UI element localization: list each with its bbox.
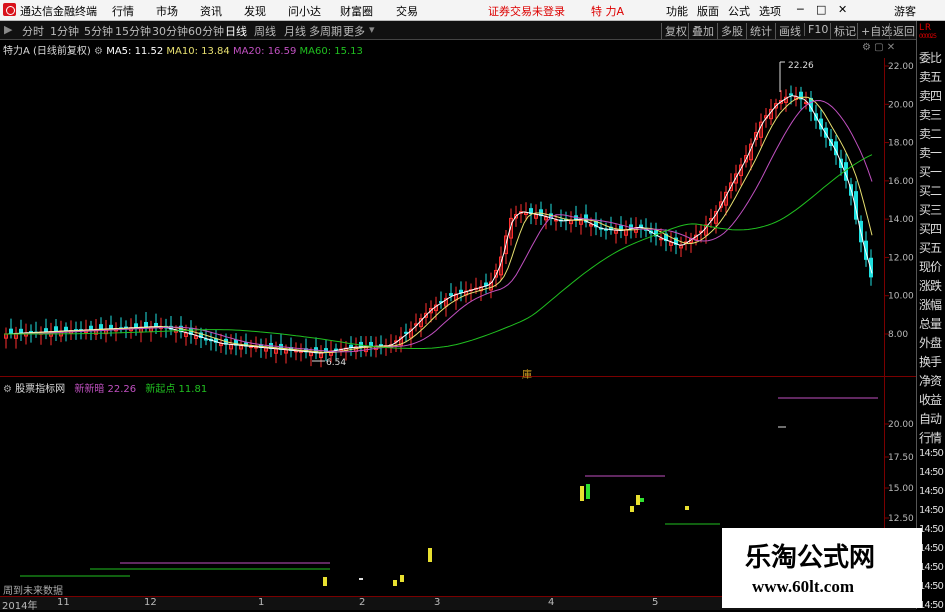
y-tick-label: 22.00 (888, 62, 914, 72)
candle-body (789, 93, 793, 96)
y-tick-label: 8.00 (888, 330, 908, 340)
month-2: 2 (359, 597, 366, 608)
high-price-label: 22.26 (788, 61, 814, 71)
candle-body (9, 328, 13, 335)
candle-body (404, 331, 408, 334)
month-12: 12 (144, 597, 157, 608)
candle-body (54, 326, 58, 332)
indicator-bar (586, 484, 590, 499)
future-data-note: 周到未来数据 (3, 586, 63, 597)
candle-body (449, 293, 453, 296)
candle-body (99, 324, 103, 330)
indicator-bar (323, 577, 327, 586)
indicator-bar (359, 578, 363, 580)
indicator-bar (580, 486, 584, 501)
candle-body (109, 324, 113, 330)
sub-y-tick-label: 15.00 (888, 484, 914, 494)
ma60-line (4, 154, 873, 349)
month-3: 3 (434, 597, 441, 608)
indicator-bar (685, 506, 689, 510)
low-price-label: 6.54 (326, 358, 347, 368)
sub-y-tick-label: 20.00 (888, 420, 914, 430)
candle-body (144, 321, 148, 328)
ma5-line (3, 95, 873, 354)
y-tick-label: 18.00 (888, 139, 914, 149)
event-marker[interactable]: 庫 (522, 366, 532, 381)
candle-body (484, 282, 488, 286)
indicator-bar (640, 498, 644, 502)
indicator-bar (636, 495, 640, 505)
sub-y-tick-label: 17.50 (888, 453, 914, 463)
pane-divider (0, 376, 916, 377)
candle-body (459, 289, 463, 294)
candle-body (64, 326, 68, 332)
month-1: 1 (258, 597, 265, 608)
candle-body (19, 328, 23, 334)
indicator-bar (400, 575, 404, 582)
axis-divider (884, 58, 885, 596)
kline-chart[interactable]: 22.00 20.00 18.00 16.00 14.00 12.00 10.00 8.00 2… (0, 0, 945, 609)
y-tick-label: 12.00 (888, 253, 914, 263)
watermark-url: www.60lt.com (752, 577, 854, 596)
candle-body (44, 328, 48, 333)
month-11: 11 (57, 597, 70, 608)
indicator-bar (630, 506, 634, 512)
indicator-bar (393, 580, 397, 586)
month-5: 5 (652, 597, 659, 608)
y-tick-label: 10.00 (888, 292, 914, 302)
y-tick-label: 14.00 (888, 215, 914, 225)
candle-body (134, 323, 138, 328)
month-4: 4 (548, 597, 555, 608)
candle-body (89, 325, 93, 331)
high-arrow (779, 61, 785, 92)
year-label: 2014年 (2, 601, 38, 612)
ma10-line (4, 96, 873, 353)
y-tick-label: 16.00 (888, 177, 914, 187)
indicator-bar (428, 548, 432, 562)
y-tick-label: 20.00 (888, 100, 914, 110)
watermark-title: 乐淘公式网 (745, 543, 876, 573)
sub-y-tick-label: 12.50 (888, 514, 914, 524)
